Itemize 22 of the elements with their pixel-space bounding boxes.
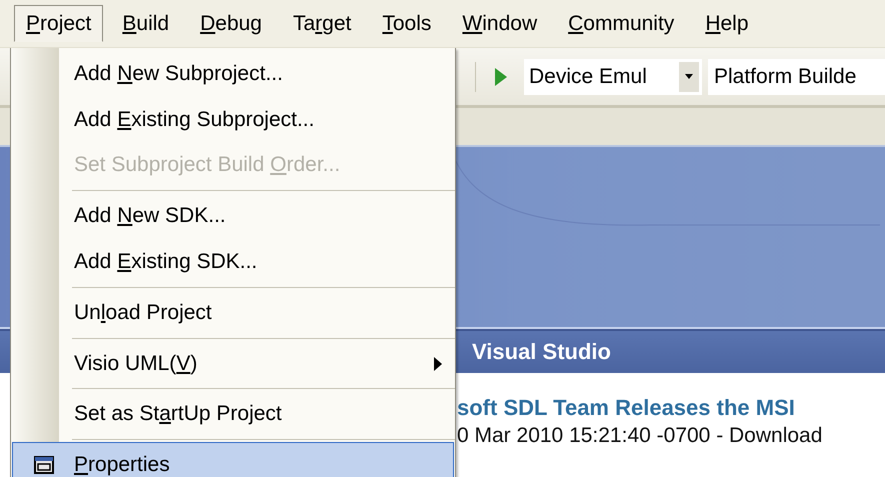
platform-dropdown[interactable]: Platform Builde [708,58,885,94]
news-meta: 0 Mar 2010 15:21:40 -0700 - Download [457,423,824,449]
submenu-arrow-icon [434,356,442,371]
news-title[interactable]: soft SDL Team Releases the MSI [457,394,885,422]
menu-item[interactable]: Community [556,5,686,42]
caret-icon [685,74,693,79]
menu-option[interactable]: Add Existing Subproject... [12,96,454,143]
menu-item[interactable]: Debug [188,5,274,42]
menu-item[interactable]: Project [14,5,104,42]
play-icon[interactable] [494,66,508,86]
menu-item[interactable]: Window [450,5,550,42]
menu-option[interactable]: Add New Subproject... [12,51,454,97]
menu-option[interactable]: Add New SDK... [12,193,454,240]
menu-item[interactable]: Tools [370,5,444,42]
menu-item[interactable]: Help [693,5,761,42]
menu-option[interactable]: Set as StartUp Project [12,391,454,438]
menu-item[interactable]: Target [280,5,364,42]
menu-option[interactable]: Add Existing SDK... [12,239,454,285]
window-icon [34,456,54,474]
menu-option[interactable]: Properties [12,442,454,477]
menu-item[interactable]: Build [110,5,182,42]
device-dropdown[interactable]: Device Emul [524,58,702,94]
